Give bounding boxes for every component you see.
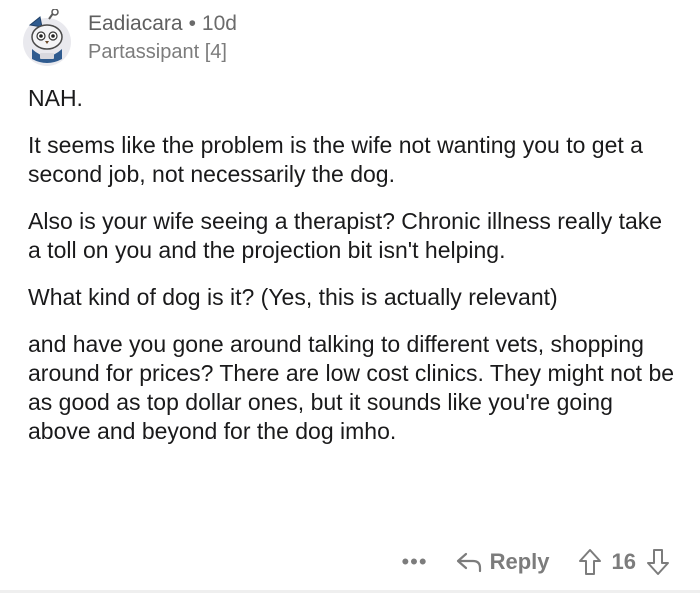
comment: Eadiacara • 10d Partassipant [4] NAH. It s… — [0, 0, 700, 593]
vote-controls: 16 — [578, 548, 670, 576]
reply-label: Reply — [489, 549, 550, 574]
comment-actions: ••• Reply 16 — [401, 544, 670, 580]
comment-meta: Eadiacara • 10d Partassipant [4] — [88, 12, 237, 64]
reply-arrow-icon — [456, 552, 481, 573]
comment-age: 10d — [201, 12, 237, 35]
vote-count: 16 — [611, 549, 636, 574]
comment-header: Eadiacara • 10d Partassipant [4] — [18, 6, 237, 70]
comment-paragraph: It seems like the problem is the wife no… — [28, 132, 643, 187]
more-options-icon[interactable]: ••• — [401, 551, 427, 573]
meta-separator: • — [188, 12, 196, 35]
meta-line: Eadiacara • 10d — [88, 12, 237, 36]
comment-paragraph: Also is your wife seeing a therapist? Ch… — [28, 208, 663, 263]
avatar[interactable] — [18, 9, 76, 67]
snoo-avatar-icon — [23, 9, 71, 66]
reply-button[interactable]: Reply — [456, 549, 550, 575]
user-flair: Partassipant [4] — [88, 41, 227, 63]
username-link[interactable]: Eadiacara — [88, 12, 183, 35]
comment-body: NAH. It seems like the problem is the wi… — [28, 84, 678, 464]
comment-paragraph: NAH. — [28, 85, 83, 111]
upvote-arrow-icon[interactable] — [578, 548, 602, 576]
downvote-arrow-icon[interactable] — [646, 548, 670, 576]
comment-paragraph: and have you gone around talking to diff… — [28, 331, 675, 444]
comment-paragraph: What kind of dog is it? (Yes, this is ac… — [28, 284, 558, 310]
